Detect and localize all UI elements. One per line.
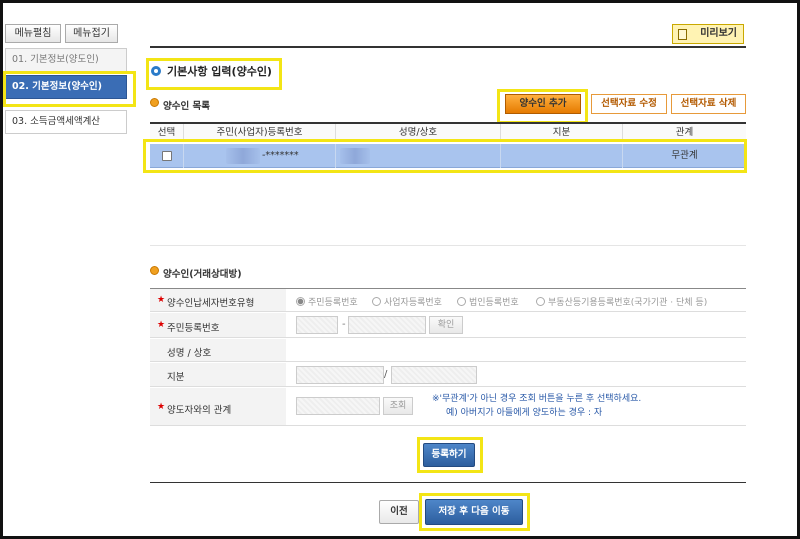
page-title: 기본사항 입력(양수인): [167, 65, 272, 78]
resident-no-front-input[interactable]: [296, 316, 338, 334]
radio-label: 사업자등록번호: [384, 298, 442, 308]
sidebar-item-tax-calc[interactable]: 03. 소득금액세액계산: [5, 110, 127, 134]
id-masked: -*******: [262, 150, 299, 161]
column-header: 선택: [150, 124, 184, 142]
share-denominator-input[interactable]: [391, 366, 477, 384]
register-button[interactable]: 등록하기: [423, 443, 475, 467]
resident-no-back-input[interactable]: [348, 316, 426, 334]
relation-value: 무관계: [671, 150, 698, 161]
radio-realty-no[interactable]: 부동산등기용등록번호(국가기관 · 단체 등): [536, 295, 707, 308]
radio-label: 부동산등기용등록번호(국가기관 · 단체 등): [548, 298, 708, 308]
column-header: 지분: [501, 124, 623, 142]
footer-divider: [150, 482, 746, 483]
radio-icon: [457, 297, 466, 306]
radio-icon: [536, 297, 545, 306]
relation-label: 양도자와의 관계: [167, 405, 232, 416]
column-header: 주민(사업자)등록번호: [184, 124, 336, 142]
relation-row: ★ 양도자와의 관계 조회 ※'무관계'가 아닌 경우 조회 버튼을 누른 후 …: [150, 388, 746, 426]
sidebar-item-buyer-info[interactable]: 02. 기본정보(양수인): [5, 75, 127, 99]
radio-business-no[interactable]: 사업자등록번호: [372, 295, 442, 308]
required-mark: ★: [157, 320, 166, 330]
separator: -: [342, 319, 346, 330]
confirm-button[interactable]: 확인: [429, 316, 463, 334]
row-checkbox[interactable]: [162, 151, 172, 161]
relation-note-line1: ※'무관계'가 아닌 경우 조회 버튼을 누른 후 선택하세요.: [432, 394, 642, 404]
name-label: 성명 / 상호: [167, 348, 212, 359]
add-buyer-button[interactable]: 양수인 추가: [505, 94, 581, 114]
redacted-block: [226, 148, 260, 164]
header-divider: [150, 46, 746, 48]
required-mark: ★: [157, 295, 166, 305]
redacted-block: [340, 148, 370, 164]
separator: /: [384, 369, 388, 380]
id-cell: -*******: [184, 144, 336, 168]
save-next-button[interactable]: 저장 후 다음 이동: [425, 499, 523, 525]
radio-label: 법인등록번호: [469, 298, 519, 308]
share-numerator-input[interactable]: [296, 366, 384, 384]
select-cell: [150, 144, 184, 168]
divider: [150, 245, 746, 246]
relation-cell: 무관계: [623, 144, 746, 168]
column-header: 관계: [675, 127, 694, 138]
resident-no-row: ★ 주민등록번호 - 확인: [150, 313, 746, 338]
name-row: 성명 / 상호: [150, 339, 746, 362]
section-bullet-icon: [151, 66, 161, 76]
relation-input[interactable]: [296, 397, 380, 415]
radio-corp-no[interactable]: 법인등록번호: [457, 295, 519, 308]
sidebar-item-seller-info[interactable]: 01. 기본정보(양도인): [5, 48, 127, 72]
delete-selected-button[interactable]: 선택자료 삭제: [671, 94, 746, 114]
sidebar-item-label: 01. 기본정보(양도인): [12, 54, 99, 65]
subsection-bullet-icon: [150, 98, 159, 107]
relation-note-line2: 예) 아버지가 아들에게 양도하는 경우 : 자: [446, 408, 603, 418]
sidebar-item-label: 02. 기본정보(양수인): [12, 81, 103, 92]
radio-icon: [372, 297, 381, 306]
share-row: 지분 /: [150, 363, 746, 387]
preview-label: 미리보기: [700, 28, 737, 39]
radio-label: 주민등록번호: [308, 298, 358, 308]
share-label: 지분: [167, 372, 185, 383]
tax-id-type-label: 양수인납세자번호유형: [167, 298, 255, 309]
buyer-table-header: 선택 주민(사업자)등록번호 성명/상호 지분 관계: [150, 122, 746, 142]
sidebar-item-label: 03. 소득금액세액계산: [12, 116, 101, 127]
menu-expand-button[interactable]: 메뉴펼침: [5, 24, 61, 43]
required-mark: ★: [157, 402, 166, 412]
radio-selected-icon: [296, 297, 305, 306]
subsection-bullet-icon: [150, 266, 159, 275]
preview-button[interactable]: 미리보기: [672, 24, 744, 44]
resident-no-label: 주민등록번호: [167, 323, 220, 334]
edit-selected-button[interactable]: 선택자료 수정: [591, 94, 667, 114]
relation-search-button[interactable]: 조회: [383, 397, 413, 415]
share-cell: [501, 144, 623, 168]
column-header: 성명/상호: [336, 124, 501, 142]
prev-button[interactable]: 이전: [379, 500, 419, 524]
document-icon: [678, 29, 687, 40]
table-row[interactable]: -******* 무관계: [150, 144, 746, 168]
radio-resident-no[interactable]: 주민등록번호: [296, 295, 358, 308]
form-title: 양수인(거래상대방): [163, 269, 242, 280]
name-cell: [336, 144, 501, 168]
list-title: 양수인 목록: [163, 101, 211, 112]
tax-id-type-row: ★ 양수인납세자번호유형 주민등록번호 사업자등록번호 법인등록번호 부동산등기…: [150, 289, 746, 312]
menu-collapse-button[interactable]: 메뉴접기: [65, 24, 118, 43]
